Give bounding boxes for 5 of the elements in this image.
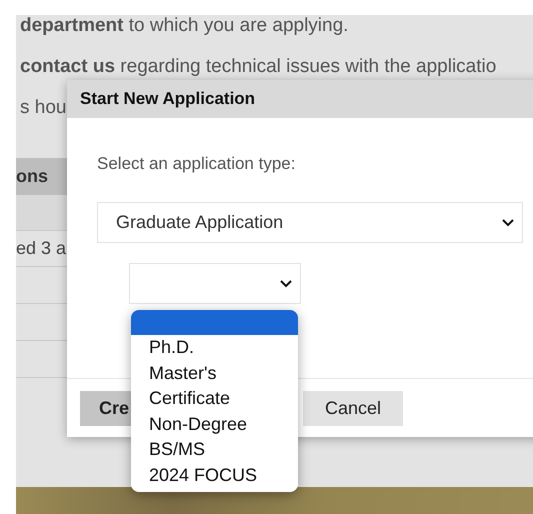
contact-text: contact us regarding technical issues with the applicatio: [19, 56, 496, 77]
dialog-title: Start New Application: [67, 80, 533, 118]
prompt-text: Select an application type:: [97, 154, 296, 174]
hours-text: s hou: [19, 97, 66, 118]
intro-text: department to which you are applying.: [19, 15, 348, 36]
